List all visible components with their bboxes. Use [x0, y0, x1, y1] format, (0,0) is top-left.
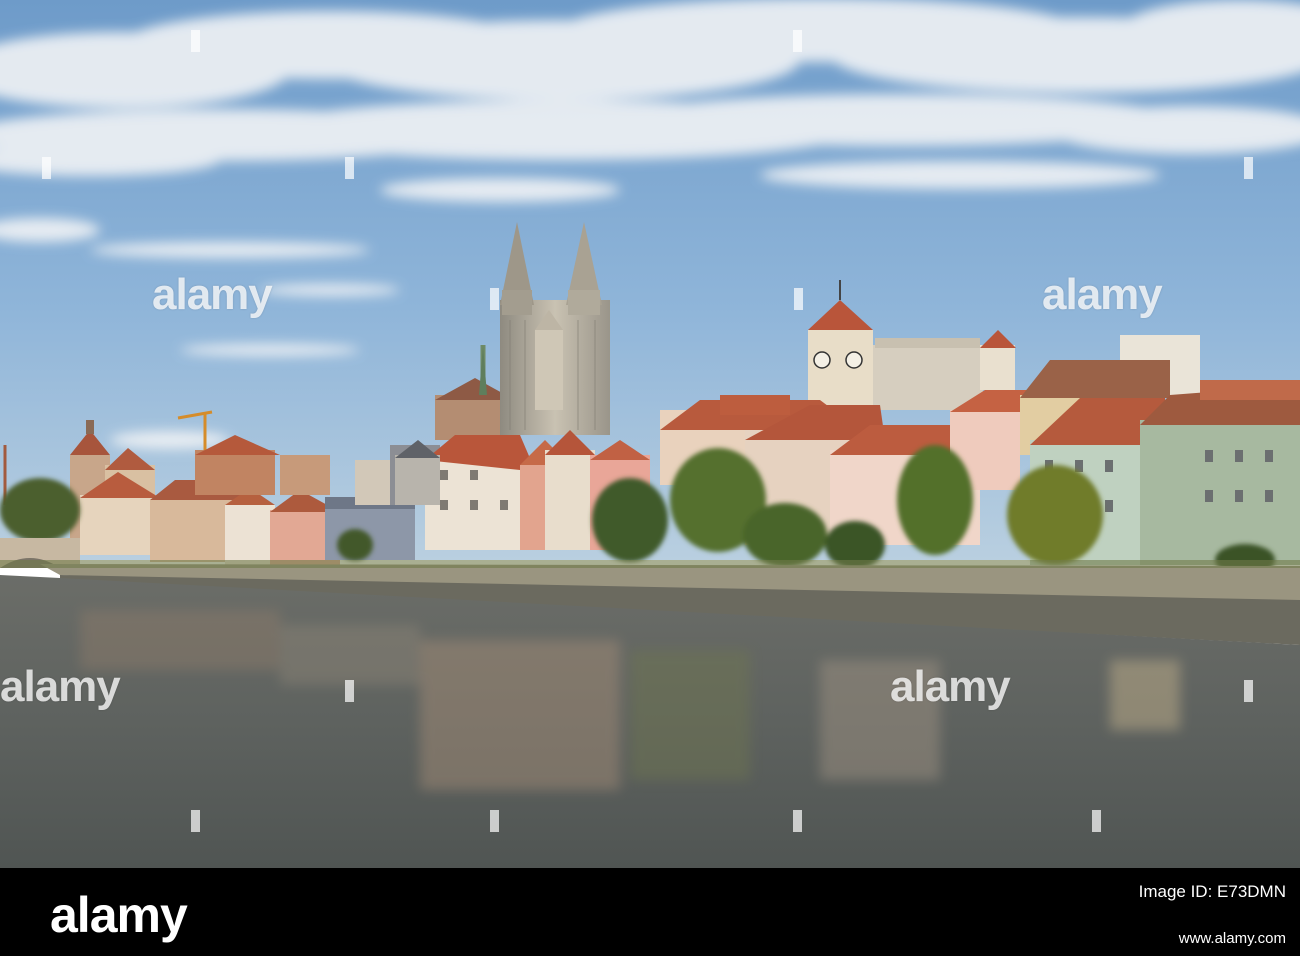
- watermark-mark: [42, 157, 51, 179]
- image-id-label: Image ID: E73DMN: [1138, 882, 1286, 901]
- watermark-mark: [490, 810, 499, 832]
- watermark-mark: [191, 30, 200, 52]
- site-url-link[interactable]: www.alamy.com: [1179, 930, 1286, 947]
- clock-face: [813, 351, 831, 369]
- watermark-mark: [793, 30, 802, 52]
- watermark-mark: [490, 288, 499, 310]
- watermark-mark: [345, 680, 354, 702]
- watermark-mark: [1092, 810, 1101, 832]
- watermark-mark: [345, 157, 354, 179]
- banner-logo[interactable]: alamy: [50, 886, 188, 944]
- watermark-mark: [191, 810, 200, 832]
- watermark-mark: [1244, 157, 1253, 179]
- watermark-mark: [793, 810, 802, 832]
- watermark-mark: [1244, 680, 1253, 702]
- stock-banner: alamy Image ID: E73DMN www.alamy.com: [0, 868, 1300, 956]
- photo-canvas: [0, 0, 1300, 868]
- stock-photo: alamy alamy alamy alamy alamy Image ID: …: [0, 0, 1300, 956]
- watermark-mark: [794, 288, 803, 310]
